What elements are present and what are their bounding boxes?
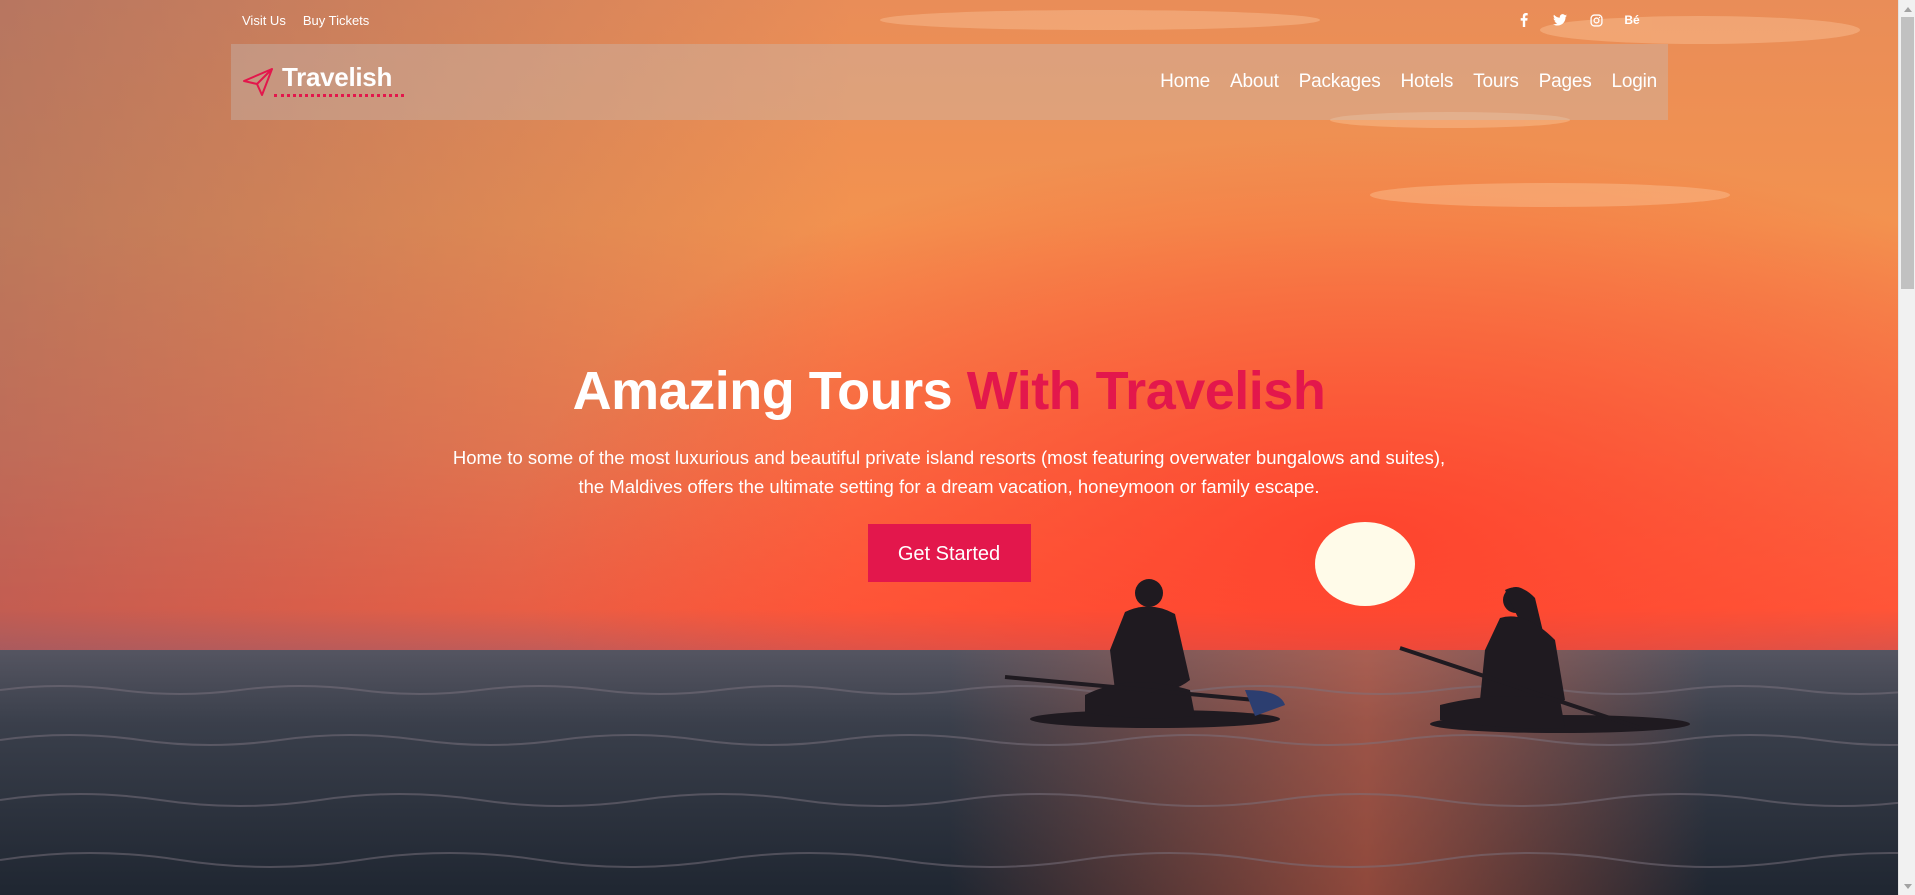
paper-plane-icon xyxy=(243,68,273,96)
nav-home[interactable]: Home xyxy=(1160,71,1210,93)
brand-logo[interactable]: Travelish xyxy=(242,57,404,107)
hero-description: Home to some of the most luxurious and b… xyxy=(399,443,1499,501)
social-links: Bé xyxy=(1513,9,1643,31)
scroll-down-arrow-icon[interactable] xyxy=(1899,878,1915,895)
hero-section: Amazing Tours With Travelish Home to som… xyxy=(0,355,1898,582)
hero-description-line-2: the Maldives offers the ultimate setting… xyxy=(578,476,1320,497)
visit-us-link[interactable]: Visit Us xyxy=(242,13,286,28)
twitter-icon[interactable] xyxy=(1549,9,1571,31)
top-bar: Visit Us Buy Tickets Bé xyxy=(231,0,1668,40)
instagram-icon[interactable] xyxy=(1585,9,1607,31)
hero-title-main: Amazing Tours xyxy=(572,361,953,421)
scrollbar-thumb[interactable] xyxy=(1901,17,1914,289)
nav-menu: Home About Packages Hotels Tours Pages L… xyxy=(1160,71,1657,93)
hero-title-accent: With Travelish xyxy=(966,361,1326,421)
top-bar-links: Visit Us Buy Tickets xyxy=(242,13,369,28)
page-scrollbar[interactable] xyxy=(1898,0,1915,895)
hero-title: Amazing Tours With Travelish xyxy=(0,355,1898,427)
nav-tours[interactable]: Tours xyxy=(1473,71,1519,93)
facebook-icon[interactable] xyxy=(1513,9,1535,31)
brand-name: Travelish xyxy=(282,61,393,92)
nav-packages[interactable]: Packages xyxy=(1299,71,1381,93)
logo-dotted-underline xyxy=(274,93,404,97)
nav-about[interactable]: About xyxy=(1230,71,1279,93)
nav-pages[interactable]: Pages xyxy=(1539,71,1592,93)
nav-hotels[interactable]: Hotels xyxy=(1401,71,1454,93)
get-started-button[interactable]: Get Started xyxy=(867,524,1031,582)
hero-description-line-1: Home to some of the most luxurious and b… xyxy=(452,447,1446,468)
nav-login[interactable]: Login xyxy=(1612,71,1658,93)
behance-icon[interactable]: Bé xyxy=(1621,9,1643,31)
scroll-up-arrow-icon[interactable] xyxy=(1899,0,1915,17)
page: Visit Us Buy Tickets Bé Travelish Home A… xyxy=(0,0,1915,895)
main-navbar: Travelish Home About Packages Hotels Tou… xyxy=(231,44,1668,120)
buy-tickets-link[interactable]: Buy Tickets xyxy=(303,13,369,28)
